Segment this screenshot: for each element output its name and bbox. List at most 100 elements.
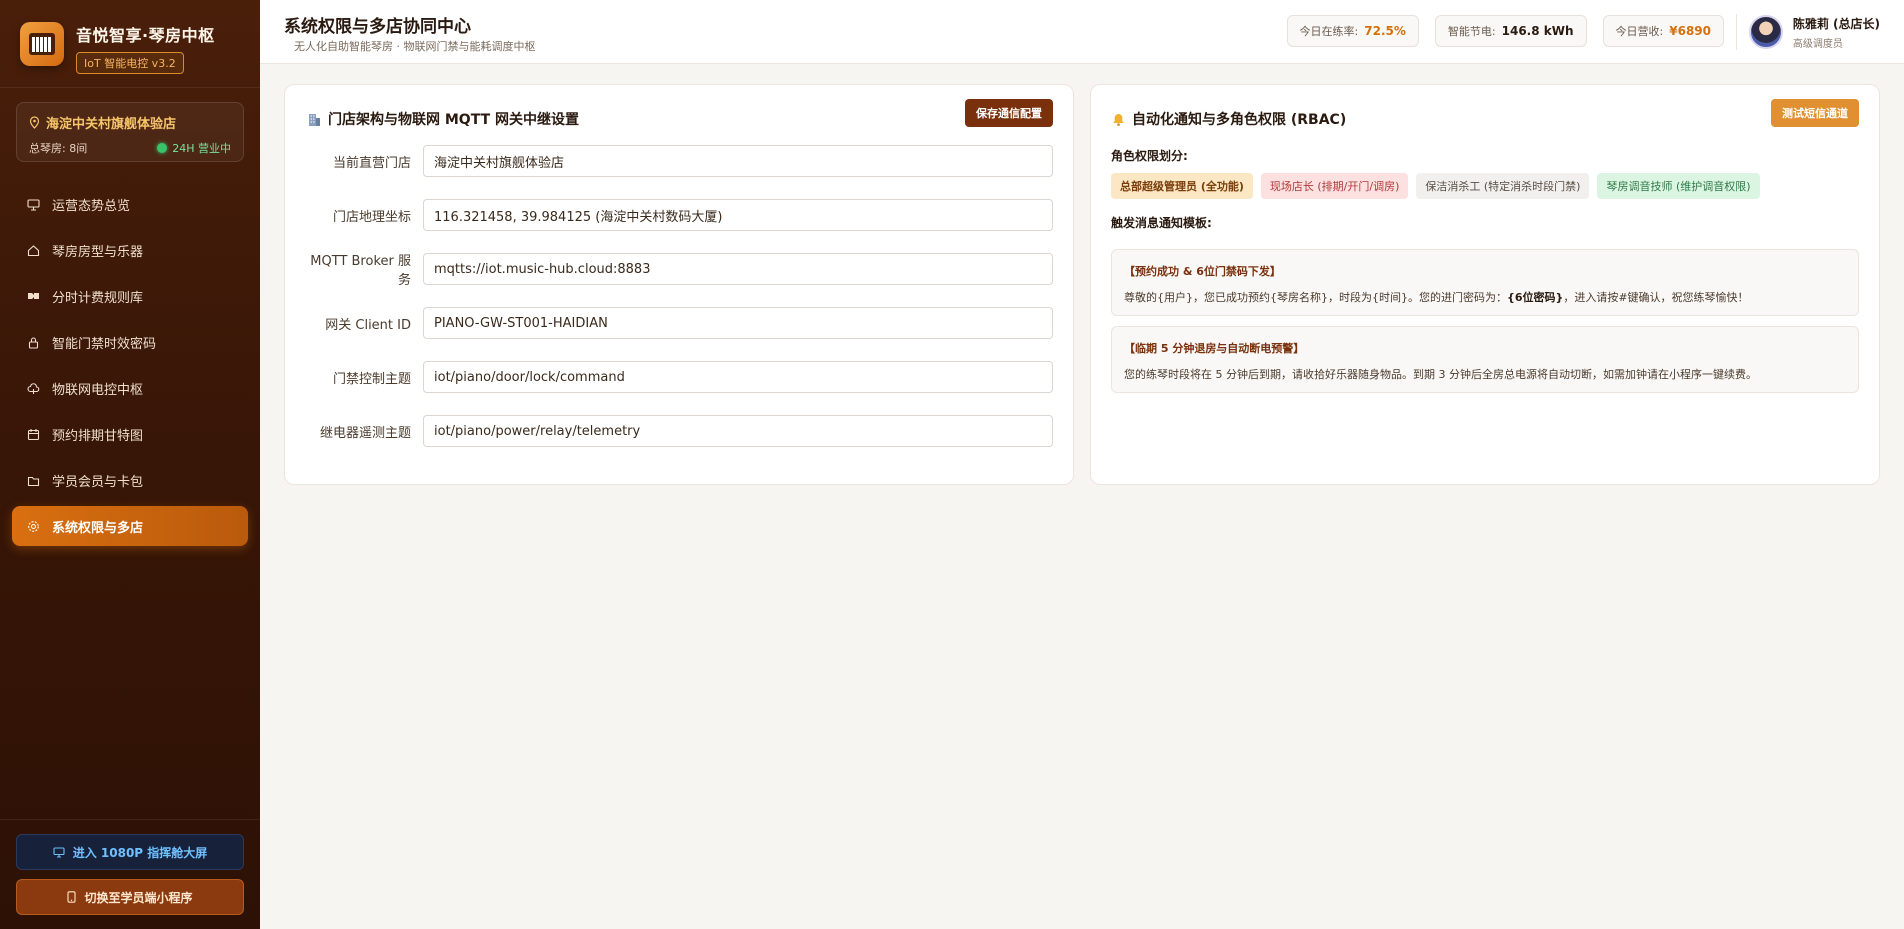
sidebar-item-dashboard[interactable]: 运营态势总览 [12,184,248,224]
phone-icon [67,891,77,903]
bell-icon [1111,112,1126,127]
gear-icon [26,519,40,533]
lock-icon [26,335,40,349]
test-sms-button[interactable]: 测试短信通道 [1771,99,1859,127]
stat-label: 智能节电: [1447,25,1496,38]
mqtt-form: 当前直营门店 门店地理坐标 MQTT Broker 服务 网关 Client I… [307,145,1053,469]
pricing-icon [26,289,40,303]
mqtt-broker-input[interactable] [423,253,1053,285]
store-name-row: 海淀中关村旗舰体验店 [29,113,231,132]
mqtt-settings-card: 门店架构与物联网 MQTT 网关中继设置 保存通信配置 当前直营门店 门店地理坐… [284,84,1074,485]
status-badge: 24H 营业中 [157,140,231,156]
stat-energy-saving: 智能节电: 146.8 kWh [1434,15,1587,47]
page-title: 系统权限与多店协同中心 [284,17,471,37]
brand: 音悦智享·琴房中枢 IoT 智能电控 v3.2 [0,0,260,88]
form-row-relay-topic: 继电器遥测主题 [307,415,1053,447]
sidebar-item-pricing[interactable]: 分时计费规则库 [12,276,248,316]
client-id-input[interactable] [423,307,1053,339]
cloud-icon [26,381,40,395]
template-title: 【预约成功 & 6位门禁码下发】 [1124,265,1281,278]
dashboard-icon [26,197,40,211]
sidebar-item-door-lock[interactable]: 智能门禁时效密码 [12,322,248,362]
sidebar-item-rooms[interactable]: 琴房房型与乐器 [12,230,248,270]
field-label: 门禁控制主题 [332,371,411,387]
piano-logo-icon [20,22,64,66]
sidebar-item-members[interactable]: 学员会员与卡包 [12,460,248,500]
sidebar-item-label: 预约排期甘特图 [52,428,144,444]
sidebar-item-permissions[interactable]: 系统权限与多店 [12,506,248,546]
monitor-icon [53,846,65,858]
room-count: 总琴房: 8间 [29,142,88,155]
sidebar-footer: 进入 1080P 指挥舱大屏 切换至学员端小程序 [0,819,260,929]
rbac-card: 自动化通知与多角色权限 (RBAC) 测试短信通道 角色权限划分: 总部超级管理… [1090,84,1880,485]
store-card[interactable]: 海淀中关村旗舰体验店 总琴房: 8间 24H 营业中 [16,102,244,162]
geo-coordinates-input[interactable] [423,199,1053,231]
template-body: 您的练琴时段将在 5 分钟后到期，请收拾好乐器随身物品。到期 3 分钟后全房总电… [1124,368,1757,381]
role-tag-super-admin[interactable]: 总部超级管理员 (全功能) [1111,173,1253,199]
stat-revenue: 今日营收: ¥6890 [1602,15,1724,47]
role-tag-cleaner[interactable]: 保洁消杀工 (特定消杀时段门禁) [1416,173,1590,199]
form-row-coords: 门店地理坐标 [307,199,1053,231]
avatar [1748,15,1783,49]
stat-label: 今日营收: [1615,25,1664,38]
stat-value: ¥6890 [1669,24,1711,38]
stat-value: 146.8 kWh [1501,24,1574,38]
sidebar-item-iot-power[interactable]: 物联网电控中枢 [12,368,248,408]
sidebar-nav: 运营态势总览 琴房房型与乐器 分时计费规则库 智能门禁时效密码 物联网电控中枢 … [0,184,260,546]
stats-bar: 今日在练率: 72.5% 智能节电: 146.8 kWh 今日营收: ¥6890 [1271,15,1724,47]
miniapp-button[interactable]: 切换至学员端小程序 [16,879,244,915]
bigscreen-button[interactable]: 进入 1080P 指挥舱大屏 [16,834,244,870]
brand-title: 音悦智享·琴房中枢 [76,26,215,45]
top-header: 系统权限与多店协同中心 无人化自助智能琴房 · 物联网门禁与能耗调度中枢 今日在… [260,0,1904,64]
stat-label: 今日在练率: [1299,25,1359,38]
form-row-broker: MQTT Broker 服务 [307,253,1053,288]
sidebar-item-label: 学员会员与卡包 [52,474,144,490]
building-icon [307,112,322,127]
stat-practice-rate: 今日在练率: 72.5% [1286,15,1419,47]
wallet-icon [26,473,40,487]
role-tag-tuner[interactable]: 琴房调音技师 (维护调音权限) [1597,173,1760,199]
form-row-door-topic: 门禁控制主题 [307,361,1053,393]
form-row-client-id: 网关 Client ID [307,307,1053,339]
sidebar-item-gantt[interactable]: 预约排期甘特图 [12,414,248,454]
relay-topic-input[interactable] [423,415,1053,447]
mqtt-card-title: 门店架构与物联网 MQTT 网关中继设置 [328,112,580,128]
roles-label: 角色权限划分: [1111,149,1188,163]
calendar-icon [26,427,40,441]
save-config-button[interactable]: 保存通信配置 [965,99,1053,127]
page-subtitle: 无人化自助智能琴房 · 物联网门禁与能耗调度中枢 [294,40,536,53]
roles-list: 总部超级管理员 (全功能) 现场店长 (排期/开门/调房) 保洁消杀工 (特定消… [1111,173,1768,199]
field-label: 继电器遥测主题 [319,425,411,441]
miniapp-label: 切换至学员端小程序 [84,890,193,905]
user-name: 陈雅莉 (总店长) [1792,16,1880,31]
version-badge: IoT 智能电控 v3.2 [76,52,184,74]
sidebar-item-label: 物联网电控中枢 [52,382,144,398]
sidebar-item-label: 分时计费规则库 [52,290,144,306]
sidebar: 音悦智享·琴房中枢 IoT 智能电控 v3.2 海淀中关村旗舰体验店 总琴房: … [0,0,260,929]
notification-template[interactable]: 【预约成功 & 6位门禁码下发】 尊敬的{用户}，您已成功预约{琴房名称}，时段… [1111,249,1859,316]
store-name: 海淀中关村旗舰体验店 [46,117,177,132]
rbac-card-title: 自动化通知与多角色权限 (RBAC) [1132,112,1347,128]
field-label: 网关 Client ID [325,317,411,333]
door-topic-input[interactable] [423,361,1053,393]
role-tag-store-manager[interactable]: 现场店长 (排期/开门/调房) [1260,173,1409,199]
location-pin-icon [29,116,40,129]
user-role: 高级调度员 [1792,38,1843,50]
sidebar-item-label: 琴房房型与乐器 [52,244,144,260]
template-body: 尊敬的{用户}，您已成功预约{琴房名称}，时段为{时间}。您的进门密码为：{6位… [1124,291,1749,304]
status-text: 24H 营业中 [172,142,231,155]
notification-template[interactable]: 【临期 5 分钟退房与自动断电预警】 您的练琴时段将在 5 分钟后到期，请收拾好… [1111,326,1859,393]
field-label: 当前直营门店 [332,155,411,171]
sidebar-item-label: 智能门禁时效密码 [52,336,157,352]
status-dot-icon [157,143,168,153]
form-row-store: 当前直营门店 [307,145,1053,177]
templates-label: 触发消息通知模板: [1111,216,1212,230]
sidebar-item-label: 运营态势总览 [52,198,131,214]
store-name-input[interactable] [423,145,1053,177]
template-title: 【临期 5 分钟退房与自动断电预警】 [1124,342,1305,355]
field-label: 门店地理坐标 [332,209,411,225]
user-profile[interactable]: 陈雅莉 (总店长) 高级调度员 [1735,14,1880,50]
stat-value: 72.5% [1364,24,1406,38]
field-label: MQTT Broker 服务 [310,254,411,288]
bigscreen-label: 进入 1080P 指挥舱大屏 [72,845,208,860]
